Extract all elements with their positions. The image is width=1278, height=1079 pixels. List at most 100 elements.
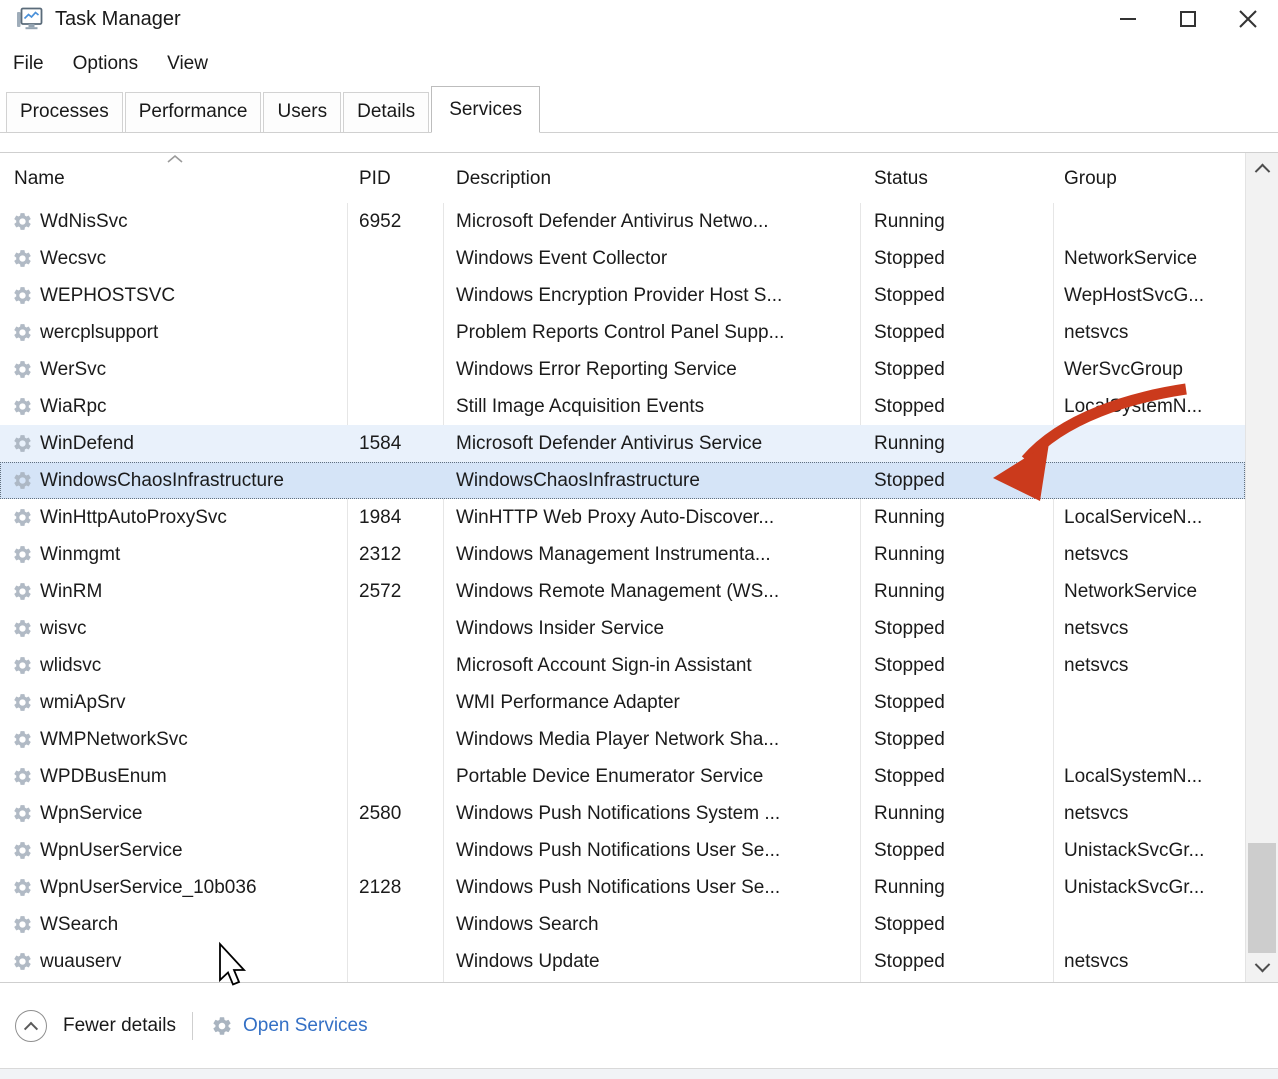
table-row[interactable]: WinDefend 1584 Microsoft Defender Antivi…	[0, 425, 1245, 462]
table-row[interactable]: WdNisSvc 6952 Microsoft Defender Antivir…	[0, 203, 1245, 240]
table-row[interactable]: Winmgmt 2312 Windows Management Instrume…	[0, 536, 1245, 573]
service-gear-icon	[12, 211, 33, 232]
service-description: Windows Insider Service	[456, 610, 856, 647]
tab-performance[interactable]: Performance	[125, 92, 262, 132]
service-gear-icon	[12, 285, 33, 306]
table-row[interactable]: WiaRpc Still Image Acquisition Events St…	[0, 388, 1245, 425]
tab-users[interactable]: Users	[263, 92, 341, 132]
tab-services[interactable]: Services	[431, 86, 540, 133]
service-status: Running	[874, 425, 1050, 462]
tab-processes[interactable]: Processes	[6, 92, 123, 132]
service-pid: 2580	[359, 795, 441, 832]
open-services-link[interactable]: Open Services	[211, 1015, 368, 1037]
service-gear-icon	[12, 581, 33, 602]
scroll-down-button[interactable]	[1246, 954, 1278, 980]
tab-details[interactable]: Details	[343, 92, 429, 132]
service-gear-icon	[12, 618, 33, 639]
service-description: WMI Performance Adapter	[456, 684, 856, 721]
maximize-button[interactable]	[1158, 0, 1218, 38]
service-gear-icon	[12, 507, 33, 528]
service-status: Stopped	[874, 906, 1050, 943]
footer-separator	[192, 1012, 193, 1040]
table-row[interactable]: wuauserv Windows Update Stopped netsvcs	[0, 943, 1245, 980]
service-group: UnistackSvcGr...	[1064, 869, 1242, 906]
column-header-pid[interactable]: PID	[359, 153, 391, 205]
window-title: Task Manager	[55, 8, 181, 31]
service-status: Stopped	[874, 684, 1050, 721]
service-description: Windows Search	[456, 906, 856, 943]
scrollbar-thumb[interactable]	[1248, 843, 1276, 953]
service-description: Windows Update	[456, 943, 856, 980]
menu-view[interactable]: View	[167, 53, 208, 75]
chevron-up-circle-icon	[15, 1010, 47, 1042]
service-description: Windows Event Collector	[456, 240, 856, 277]
service-description: Microsoft Defender Antivirus Service	[456, 425, 856, 462]
fewer-details-label: Fewer details	[63, 1015, 176, 1037]
table-header: Name PID Description Status Group	[0, 153, 1245, 203]
service-status: Stopped	[874, 721, 1050, 758]
vertical-scrollbar[interactable]	[1245, 153, 1278, 982]
service-pid: 2128	[359, 869, 441, 906]
fewer-details-button[interactable]: Fewer details	[15, 1010, 176, 1042]
table-row[interactable]: wlidsvc Microsoft Account Sign-in Assist…	[0, 647, 1245, 684]
table-row[interactable]: WinHttpAutoProxySvc 1984 WinHTTP Web Pro…	[0, 499, 1245, 536]
service-description: Microsoft Account Sign-in Assistant	[456, 647, 856, 684]
service-status: Running	[874, 203, 1050, 240]
column-header-group[interactable]: Group	[1064, 153, 1117, 205]
column-header-description[interactable]: Description	[456, 153, 551, 205]
column-header-status[interactable]: Status	[874, 153, 928, 205]
service-pid: 1584	[359, 425, 441, 462]
service-name: wisvc	[40, 610, 342, 647]
service-name: WinDefend	[40, 425, 342, 462]
table-row[interactable]: WerSvc Windows Error Reporting Service S…	[0, 351, 1245, 388]
service-description: Windows Encryption Provider Host S...	[456, 277, 856, 314]
menu-options[interactable]: Options	[73, 53, 138, 75]
service-group: WepHostSvcG...	[1064, 277, 1242, 314]
service-gear-icon	[12, 877, 33, 898]
scroll-up-button[interactable]	[1246, 155, 1278, 181]
minimize-button[interactable]	[1098, 0, 1158, 38]
table-row[interactable]: wisvc Windows Insider Service Stopped ne…	[0, 610, 1245, 647]
service-status: Running	[874, 536, 1050, 573]
service-group: netsvcs	[1064, 647, 1242, 684]
table-row[interactable]: wmiApSrv WMI Performance Adapter Stopped	[0, 684, 1245, 721]
table-row[interactable]: WinRM 2572 Windows Remote Management (WS…	[0, 573, 1245, 610]
table-row[interactable]: WPDBusEnum Portable Device Enumerator Se…	[0, 758, 1245, 795]
service-gear-icon	[12, 544, 33, 565]
service-status: Stopped	[874, 240, 1050, 277]
service-description: Windows Media Player Network Sha...	[456, 721, 856, 758]
column-header-name[interactable]: Name	[14, 153, 65, 205]
table-row[interactable]: WEPHOSTSVC Windows Encryption Provider H…	[0, 277, 1245, 314]
service-status: Stopped	[874, 610, 1050, 647]
table-body: WdNisSvc 6952 Microsoft Defender Antivir…	[0, 203, 1245, 982]
table-row[interactable]: WindowsChaosInfrastructure WindowsChaosI…	[0, 462, 1245, 499]
service-description: Problem Reports Control Panel Supp...	[456, 314, 856, 351]
table-row[interactable]: WpnUserService_10b036 2128 Windows Push …	[0, 869, 1245, 906]
service-description: Windows Management Instrumenta...	[456, 536, 856, 573]
table-row[interactable]: WMPNetworkSvc Windows Media Player Netwo…	[0, 721, 1245, 758]
service-name: WdNisSvc	[40, 203, 342, 240]
service-gear-icon	[12, 840, 33, 861]
service-gear-icon	[12, 359, 33, 380]
service-name: wlidsvc	[40, 647, 342, 684]
table-row[interactable]: WSearch Windows Search Stopped	[0, 906, 1245, 943]
maximize-icon	[1177, 8, 1199, 30]
table-row[interactable]: wercplsupport Problem Reports Control Pa…	[0, 314, 1245, 351]
service-name: WSearch	[40, 906, 342, 943]
service-name: WPDBusEnum	[40, 758, 342, 795]
service-status: Stopped	[874, 943, 1050, 980]
service-description: Windows Push Notifications System ...	[456, 795, 856, 832]
service-status: Stopped	[874, 758, 1050, 795]
table-row[interactable]: WpnService 2580 Windows Push Notificatio…	[0, 795, 1245, 832]
menu-file[interactable]: File	[13, 53, 44, 75]
service-name: WinHttpAutoProxySvc	[40, 499, 342, 536]
table-row[interactable]: Wecsvc Windows Event Collector Stopped N…	[0, 240, 1245, 277]
service-group: netsvcs	[1064, 314, 1242, 351]
service-description: Windows Remote Management (WS...	[456, 573, 856, 610]
tab-strip: Processes Performance Users Details Serv…	[0, 86, 1278, 133]
table-row[interactable]: WpnUserService Windows Push Notification…	[0, 832, 1245, 869]
service-name: WMPNetworkSvc	[40, 721, 342, 758]
close-button[interactable]	[1218, 0, 1278, 38]
service-name: WpnService	[40, 795, 342, 832]
service-pid: 1984	[359, 499, 441, 536]
